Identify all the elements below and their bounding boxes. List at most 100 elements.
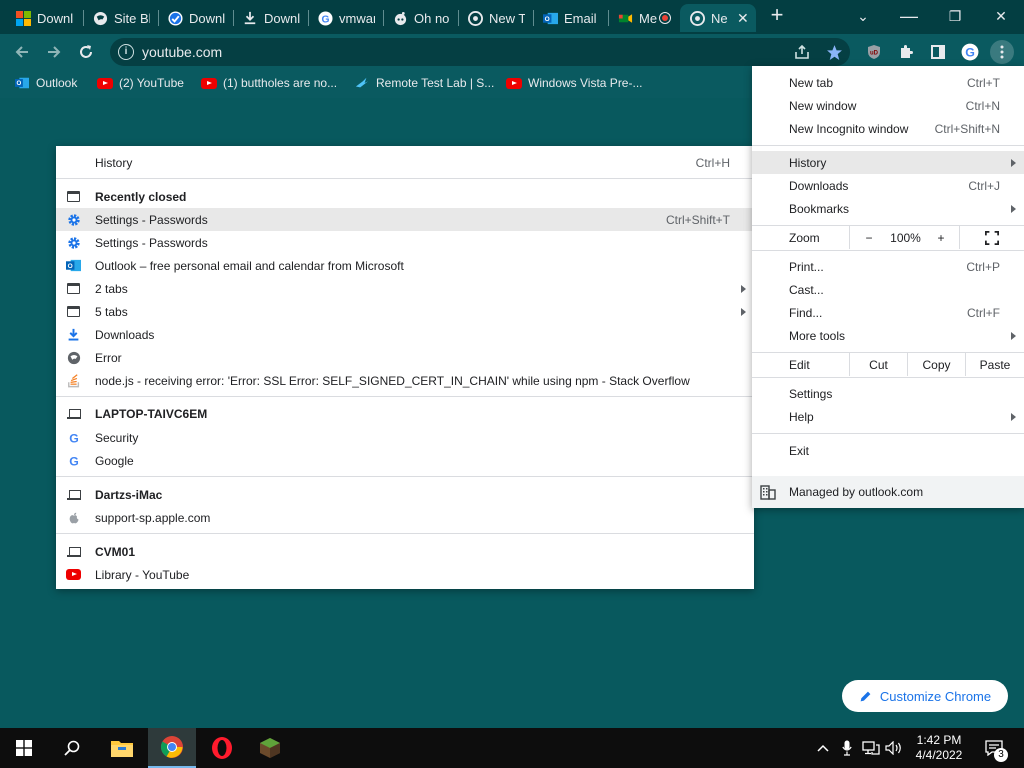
tab[interactable]: G vmwar bbox=[308, 4, 380, 32]
menu-item-settings[interactable]: Settings bbox=[752, 382, 1024, 405]
bookmark-star-icon[interactable] bbox=[822, 40, 846, 64]
menu-item-help[interactable]: Help bbox=[752, 405, 1024, 428]
new-tab-button[interactable]: + bbox=[766, 4, 788, 27]
volume-icon[interactable] bbox=[884, 728, 904, 768]
tab-search-chevron-icon[interactable]: ⌄ bbox=[840, 4, 886, 28]
tab[interactable]: Me bbox=[608, 4, 680, 32]
menu-item-cast[interactable]: Cast... bbox=[752, 278, 1024, 301]
bookmark-item[interactable]: (2) YouTube bbox=[97, 76, 184, 90]
opera-taskbar-button[interactable] bbox=[198, 728, 246, 768]
start-button[interactable] bbox=[0, 728, 48, 768]
recently-closed-item[interactable]: Settings - Passwords bbox=[56, 231, 754, 254]
zoom-in-button[interactable]: + bbox=[923, 226, 959, 249]
recently-closed-item[interactable]: 2 tabs bbox=[56, 277, 754, 300]
recently-closed-item[interactable]: node.js - receiving error: 'Error: SSL E… bbox=[56, 369, 754, 392]
forward-button[interactable] bbox=[42, 40, 66, 64]
shortcut-text: Ctrl+Shift+T bbox=[665, 212, 730, 227]
device-tab-item[interactable]: Library - YouTube bbox=[56, 563, 754, 586]
stackoverflow-icon bbox=[66, 373, 81, 388]
menu-item-history[interactable]: History bbox=[752, 151, 1024, 174]
profile-avatar-icon[interactable]: G bbox=[958, 40, 982, 64]
show-hidden-icons-chevron-icon[interactable] bbox=[814, 728, 832, 768]
chrome-icon bbox=[689, 10, 705, 26]
history-menu-item[interactable]: History Ctrl+H bbox=[56, 151, 754, 174]
address-bar[interactable]: i youtube.com bbox=[110, 38, 850, 66]
tab[interactable]: Site Bl bbox=[83, 4, 155, 32]
zoom-out-button[interactable]: − bbox=[849, 226, 888, 249]
device-tab-item[interactable]: G Google bbox=[56, 449, 754, 472]
share-icon[interactable] bbox=[790, 40, 814, 64]
cut-button[interactable]: Cut bbox=[849, 353, 907, 376]
ublock-extension-icon[interactable]: uD bbox=[862, 40, 886, 64]
menu-item-downloads[interactable]: Downloads Ctrl+J bbox=[752, 174, 1024, 197]
recently-closed-item[interactable]: Error bbox=[56, 346, 754, 369]
device-tab-item[interactable]: G Security bbox=[56, 426, 754, 449]
minimize-button[interactable]: — bbox=[886, 4, 932, 28]
menu-item-new-window[interactable]: New window Ctrl+N bbox=[752, 94, 1024, 117]
bookmark-item[interactable]: Remote Test Lab | S... bbox=[354, 76, 494, 90]
extensions-puzzle-icon[interactable] bbox=[894, 40, 918, 64]
chrome-taskbar-button[interactable] bbox=[148, 728, 196, 768]
svg-text:O: O bbox=[68, 263, 73, 270]
three-dots-icon bbox=[1000, 45, 1004, 59]
tab[interactable]: Downl bbox=[158, 4, 230, 32]
managed-by-notice[interactable]: Managed by outlook.com bbox=[752, 476, 1024, 508]
menu-item-find[interactable]: Find... Ctrl+F bbox=[752, 301, 1024, 324]
submenu-arrow-icon bbox=[1011, 204, 1016, 213]
shortcut-text: Ctrl+T bbox=[967, 75, 1000, 90]
close-window-button[interactable]: ✕ bbox=[978, 4, 1024, 28]
menu-item-exit[interactable]: Exit bbox=[752, 439, 1024, 462]
clock-time: 1:42 PM bbox=[916, 733, 962, 747]
tab[interactable]: Oh no bbox=[383, 4, 455, 32]
svg-text:G: G bbox=[321, 14, 329, 25]
menu-item-new-incognito-window[interactable]: New Incognito window Ctrl+Shift+N bbox=[752, 117, 1024, 140]
tab[interactable]: Downl bbox=[233, 4, 305, 32]
menu-item-print[interactable]: Print... Ctrl+P bbox=[752, 255, 1024, 278]
tab-active[interactable]: Ne ✕ bbox=[680, 4, 756, 32]
file-explorer-taskbar-button[interactable] bbox=[98, 728, 146, 768]
chrome-menu-button[interactable] bbox=[990, 40, 1014, 64]
history-submenu: History Ctrl+H Recently closed Settings … bbox=[56, 146, 754, 589]
copy-button[interactable]: Copy bbox=[907, 353, 965, 376]
reload-button[interactable] bbox=[74, 40, 98, 64]
tab[interactable]: Downl bbox=[6, 4, 78, 32]
network-icon[interactable] bbox=[860, 728, 882, 768]
microphone-icon[interactable] bbox=[838, 728, 856, 768]
tab-title: Oh no bbox=[414, 10, 450, 26]
menu-item-more-tools[interactable]: More tools bbox=[752, 324, 1024, 347]
recently-closed-item[interactable]: 5 tabs bbox=[56, 300, 754, 323]
device-tab-item[interactable]: support-sp.apple.com bbox=[56, 506, 754, 529]
tab[interactable]: New T bbox=[458, 4, 530, 32]
minecraft-taskbar-button[interactable] bbox=[246, 728, 294, 768]
tab[interactable]: O Email bbox=[533, 4, 605, 32]
paste-button[interactable]: Paste bbox=[965, 353, 1024, 376]
back-button[interactable] bbox=[10, 40, 34, 64]
url-text[interactable]: youtube.com bbox=[142, 44, 222, 60]
site-info-icon[interactable]: i bbox=[118, 44, 134, 60]
system-clock[interactable]: 1:42 PM 4/4/2022 bbox=[902, 733, 976, 763]
menu-item-new-tab[interactable]: New tab Ctrl+T bbox=[752, 71, 1024, 94]
forward-arrow-icon bbox=[48, 46, 61, 58]
menu-divider bbox=[56, 178, 754, 179]
customize-chrome-button[interactable]: Customize Chrome bbox=[842, 680, 1008, 712]
fullscreen-button[interactable] bbox=[959, 226, 1024, 249]
menu-item-bookmarks[interactable]: Bookmarks bbox=[752, 197, 1024, 220]
bookmark-item[interactable]: (1) buttholes are no... bbox=[201, 76, 337, 90]
managed-label: Managed by outlook.com bbox=[789, 485, 924, 499]
minecraft-icon bbox=[260, 738, 280, 758]
recently-closed-item[interactable]: O Outlook – free personal email and cale… bbox=[56, 254, 754, 277]
device-heading: LAPTOP-TAIVC6EM bbox=[56, 402, 754, 425]
notifications-button[interactable]: 3 bbox=[980, 728, 1008, 768]
recently-closed-heading: Recently closed bbox=[56, 185, 754, 208]
recently-closed-item[interactable]: Settings - Passwords Ctrl+Shift+T bbox=[56, 208, 754, 231]
restore-button[interactable]: ❐ bbox=[932, 4, 978, 28]
history-label: History bbox=[95, 155, 133, 170]
side-panel-icon[interactable] bbox=[926, 40, 950, 64]
device-heading: CVM01 bbox=[56, 540, 754, 563]
search-button[interactable] bbox=[48, 728, 96, 768]
bookmark-item[interactable]: Windows Vista Pre-... bbox=[506, 76, 642, 90]
bookmark-item[interactable]: O Outlook bbox=[14, 76, 77, 90]
recently-closed-item[interactable]: Downloads bbox=[56, 323, 754, 346]
close-tab-icon[interactable]: ✕ bbox=[737, 10, 749, 27]
globe-icon bbox=[66, 350, 81, 365]
